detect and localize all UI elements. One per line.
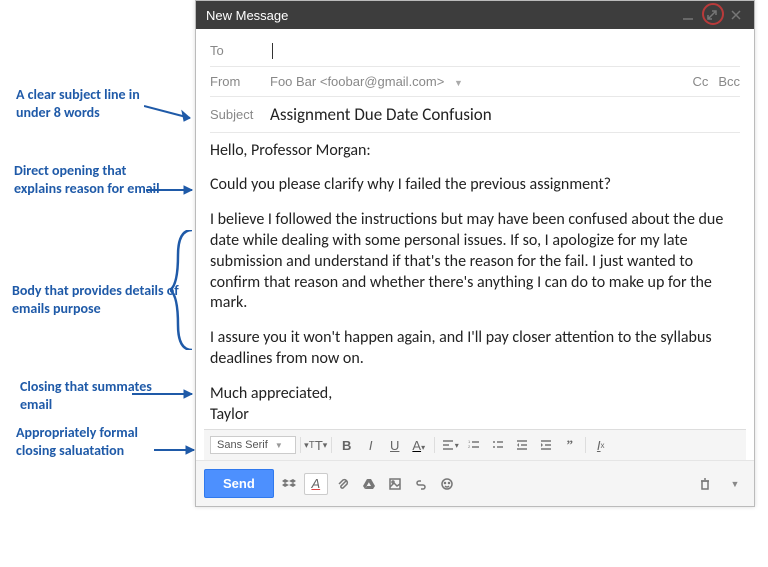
- from-row[interactable]: From Foo Bar <foobar@gmail.com> ▼ Cc Bcc: [210, 67, 740, 97]
- font-select[interactable]: Sans Serif ▼: [210, 436, 296, 454]
- annotation-body: Body that provides details of emails pur…: [12, 282, 182, 317]
- font-select-label: Sans Serif: [217, 439, 268, 451]
- to-row[interactable]: To: [210, 35, 740, 67]
- cc-button[interactable]: Cc: [692, 74, 708, 89]
- italic-button[interactable]: I: [360, 434, 382, 456]
- dropbox-icon[interactable]: [278, 473, 300, 495]
- from-label: From: [210, 74, 270, 89]
- format-toolbar: Sans Serif ▼ ▾TT▾ B I U A▾ ▾ 12 ”: [204, 429, 746, 460]
- body-paragraph-2: I believe I followed the instructions bu…: [210, 210, 740, 314]
- subject-label: Subject: [210, 107, 270, 122]
- from-dropdown-icon[interactable]: ▼: [454, 78, 463, 88]
- body-paragraph-1: Could you please clarify why I failed th…: [210, 175, 740, 196]
- emoji-icon[interactable]: [436, 473, 458, 495]
- more-options-icon[interactable]: ▼: [724, 473, 746, 495]
- insert-link-icon[interactable]: [410, 473, 432, 495]
- email-body[interactable]: Hello, Professor Morgan: Could you pleas…: [196, 133, 754, 430]
- bullet-list-button[interactable]: [487, 434, 509, 456]
- drive-icon[interactable]: [358, 473, 380, 495]
- indent-more-button[interactable]: [535, 434, 557, 456]
- bold-button[interactable]: B: [336, 434, 358, 456]
- compose-window: New Message To From Foo Bar <foobar@gmai…: [195, 0, 755, 507]
- subject-input[interactable]: Assignment Due Date Confusion: [270, 104, 740, 125]
- header-fields: To From Foo Bar <foobar@gmail.com> ▼ Cc …: [196, 29, 754, 133]
- svg-text:2: 2: [468, 444, 471, 449]
- subject-row[interactable]: Subject Assignment Due Date Confusion: [210, 97, 740, 133]
- to-input[interactable]: [270, 42, 740, 59]
- underline-button[interactable]: U: [384, 434, 406, 456]
- trash-icon[interactable]: [694, 473, 716, 495]
- numbered-list-button[interactable]: 12: [463, 434, 485, 456]
- body-signoff: Much appreciated,: [210, 384, 740, 405]
- send-button[interactable]: Send: [204, 469, 274, 498]
- quote-button[interactable]: ”: [559, 434, 581, 456]
- attach-icon[interactable]: [332, 473, 354, 495]
- chevron-down-icon: ▼: [275, 441, 283, 450]
- body-signature: Taylor: [210, 405, 740, 426]
- window-title: New Message: [206, 8, 672, 23]
- minimize-button[interactable]: [680, 7, 696, 23]
- annotation-panel: A clear subject line in under 8 words Di…: [0, 0, 195, 567]
- close-button[interactable]: [728, 7, 744, 23]
- to-label: To: [210, 43, 270, 58]
- text-size-button[interactable]: ▾TT▾: [305, 434, 327, 456]
- from-address: Foo Bar <foobar@gmail.com>: [270, 74, 444, 89]
- clear-formatting-button[interactable]: Ix: [590, 434, 612, 456]
- align-button[interactable]: ▾: [439, 434, 461, 456]
- arrow-subject: [144, 96, 200, 126]
- bcc-button[interactable]: Bcc: [718, 74, 740, 89]
- body-paragraph-3: I assure you it won't happen again, and …: [210, 328, 740, 370]
- indent-less-button[interactable]: [511, 434, 533, 456]
- insert-photo-icon[interactable]: [384, 473, 406, 495]
- bottom-toolbar: Send A ▼: [196, 460, 754, 506]
- from-value: Foo Bar <foobar@gmail.com> ▼: [270, 74, 692, 89]
- text-color-button[interactable]: A▾: [408, 434, 430, 456]
- formatting-toggle[interactable]: A: [304, 473, 328, 495]
- expand-button[interactable]: [704, 7, 720, 23]
- annotation-opening: Direct opening that explains reason for …: [14, 162, 164, 197]
- window-titlebar: New Message: [196, 1, 754, 29]
- body-greeting: Hello, Professor Morgan:: [210, 141, 740, 162]
- arrow-opening: [146, 182, 202, 202]
- arrow-closing: [132, 388, 202, 408]
